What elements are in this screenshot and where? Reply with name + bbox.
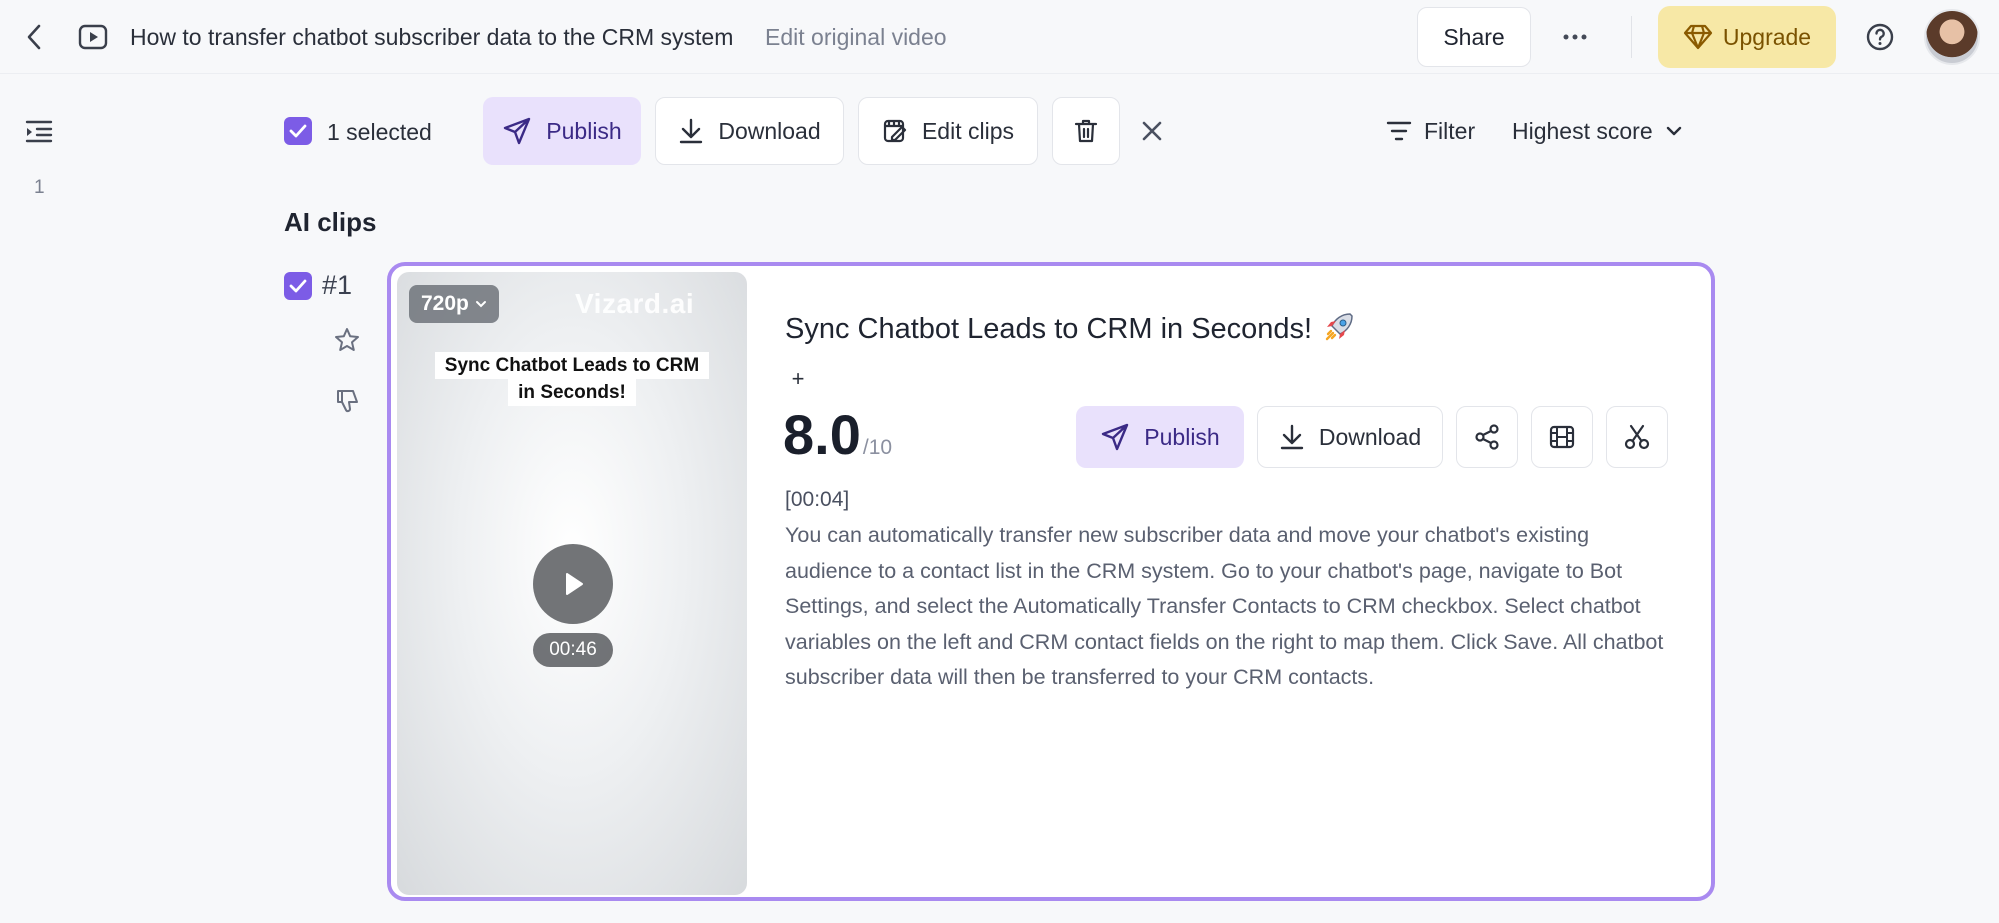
chevron-down-icon: [1666, 126, 1681, 136]
check-icon: [289, 279, 307, 293]
sort-dropdown[interactable]: Highest score: [1512, 113, 1683, 149]
clip-publish-label: Publish: [1144, 423, 1220, 450]
share-icon: [1475, 424, 1499, 450]
dislike-button[interactable]: [333, 387, 361, 415]
chevron-left-icon: [27, 24, 41, 50]
top-bar: How to transfer chatbot subscriber data …: [0, 0, 1999, 74]
back-button[interactable]: [20, 22, 48, 52]
download-icon: [1280, 424, 1304, 450]
clip-timestamp: [00:04]: [785, 488, 850, 511]
upgrade-button[interactable]: Upgrade: [1658, 6, 1836, 68]
thumbs-down-icon: [337, 390, 358, 413]
star-icon: [335, 328, 359, 351]
clip-resize-button[interactable]: [1531, 406, 1593, 468]
user-avatar[interactable]: [1924, 9, 1980, 65]
filter-button[interactable]: Filter: [1386, 113, 1475, 149]
play-button[interactable]: [533, 544, 613, 624]
filter-label: Filter: [1424, 117, 1476, 144]
edit-original-video-link[interactable]: Edit original video: [765, 24, 947, 51]
download-icon: [680, 118, 703, 144]
video-caption: Sync Chatbot Leads to CRM in Seconds!: [397, 352, 747, 406]
question-circle-icon: [1866, 23, 1894, 51]
bulk-download-label: Download: [718, 117, 821, 144]
check-icon: [289, 124, 307, 138]
help-button[interactable]: [1865, 22, 1895, 52]
edit-clips-label: Edit clips: [921, 117, 1015, 144]
clip-score: 8.0/10: [783, 402, 892, 467]
edit-clips-icon: [883, 119, 907, 143]
resolution-label: 720p: [421, 292, 469, 315]
watermark-text: Vizard.ai: [575, 288, 695, 319]
caption-line: Sync Chatbot Leads to CRM: [434, 352, 710, 379]
diamond-icon: [1683, 24, 1712, 50]
clip-transcript: You can automatically transfer new subsc…: [785, 523, 1664, 689]
edit-clips-button[interactable]: Edit clips: [858, 97, 1038, 165]
delete-button[interactable]: [1052, 97, 1120, 165]
bulk-publish-label: Publish: [546, 117, 622, 144]
film-resize-icon: [1549, 425, 1575, 449]
ellipsis-icon: [1563, 34, 1587, 40]
caption-line: in Seconds!: [508, 379, 636, 406]
upgrade-label: Upgrade: [1722, 23, 1812, 50]
clip-trim-button[interactable]: [1606, 406, 1668, 468]
rocket-icon: [1325, 313, 1353, 341]
share-button[interactable]: Share: [1417, 7, 1531, 67]
play-icon: [566, 573, 583, 595]
add-tag-button[interactable]: +: [785, 366, 811, 392]
header-divider: [1631, 16, 1632, 58]
selected-count: 1 selected: [327, 119, 432, 145]
video-preview[interactable]: 720p Vizard.ai Sync Chatbot Leads to CRM…: [397, 272, 747, 895]
clip-download-label: Download: [1318, 423, 1422, 450]
filter-icon: [1386, 121, 1412, 141]
video-duration: 00:46: [533, 633, 613, 667]
close-icon: [1142, 121, 1162, 141]
clip-number: #1: [322, 270, 353, 300]
chevron-down-icon: [475, 301, 486, 308]
clear-selection-button[interactable]: [1134, 113, 1170, 149]
outline-toggle-button[interactable]: [25, 118, 53, 144]
clip-share-button[interactable]: [1456, 406, 1518, 468]
score-max: /10: [862, 436, 893, 459]
score-value: 8.0: [783, 403, 861, 466]
outline-index: 1: [34, 177, 45, 198]
clip-download-button[interactable]: Download: [1257, 406, 1443, 468]
video-icon: [78, 23, 108, 51]
section-title: AI clips: [284, 207, 377, 237]
favorite-button[interactable]: [333, 326, 361, 354]
scissors-icon: [1624, 424, 1650, 450]
clip-title: Sync Chatbot Leads to CRM in Seconds!: [785, 310, 1356, 346]
resolution-dropdown[interactable]: 720p: [409, 285, 499, 323]
bulk-publish-button[interactable]: Publish: [483, 97, 641, 165]
send-icon: [1102, 423, 1129, 451]
sort-label: Highest score: [1512, 117, 1653, 144]
more-options-button[interactable]: [1550, 14, 1600, 60]
clip-checkbox[interactable]: [284, 272, 312, 300]
select-all-checkbox[interactable]: [284, 117, 312, 145]
clip-title-text: Sync Chatbot Leads to CRM in Seconds!: [785, 313, 1313, 345]
bulk-download-button[interactable]: Download: [655, 97, 844, 165]
video-title: How to transfer chatbot subscriber data …: [130, 24, 734, 50]
clip-card[interactable]: 720p Vizard.ai Sync Chatbot Leads to CRM…: [387, 262, 1715, 901]
clip-publish-button[interactable]: Publish: [1076, 406, 1244, 468]
list-indent-icon: [25, 120, 53, 143]
trash-icon: [1074, 119, 1098, 143]
send-icon: [504, 117, 531, 145]
